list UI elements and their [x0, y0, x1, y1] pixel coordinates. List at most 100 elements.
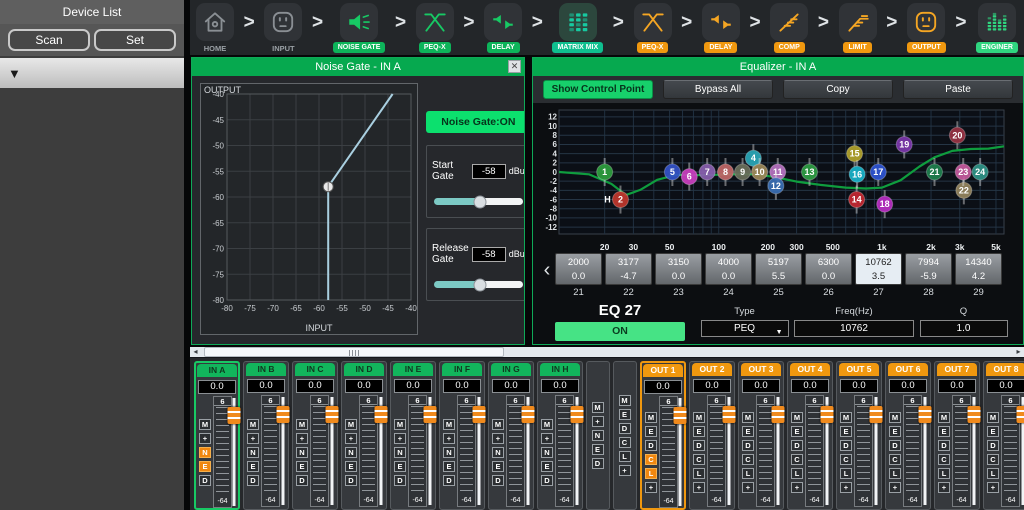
strip-button-m[interactable]: M: [592, 402, 604, 413]
gate-param-value[interactable]: -58: [472, 247, 506, 262]
strip-button-l[interactable]: L: [889, 468, 901, 479]
strip-button-c[interactable]: C: [791, 454, 803, 465]
strip-button-l[interactable]: L: [791, 468, 803, 479]
channel-label[interactable]: OUT 4: [790, 363, 830, 376]
band-cell-26[interactable]: 63000.0: [805, 253, 852, 285]
type-select[interactable]: PEQ ▼: [701, 320, 789, 337]
strip-button-m[interactable]: M: [247, 419, 259, 430]
strip-button-c[interactable]: C: [987, 454, 999, 465]
toolbar-item-enginer[interactable]: ENGINER: [976, 3, 1018, 53]
channel-gain-value[interactable]: 0.0: [987, 379, 1024, 393]
channel-label[interactable]: OUT 3: [741, 363, 781, 376]
strip-button-m[interactable]: M: [889, 412, 901, 423]
set-button[interactable]: Set: [94, 29, 176, 51]
band-cell-24[interactable]: 40000.0: [705, 253, 752, 285]
strip-button-l[interactable]: L: [619, 451, 631, 462]
strip-button-d[interactable]: D: [619, 423, 631, 434]
eq-button-copy[interactable]: Copy: [783, 80, 893, 99]
channel-gain-value[interactable]: 0.0: [889, 379, 927, 393]
strip-button-d[interactable]: D: [541, 475, 553, 486]
strip-button-e[interactable]: E: [693, 426, 705, 437]
strip-button-e[interactable]: E: [592, 444, 604, 455]
strip-button-m[interactable]: M: [742, 412, 754, 423]
strip-button-e[interactable]: E: [247, 461, 259, 472]
strip-button-e[interactable]: E: [742, 426, 754, 437]
channel-label[interactable]: OUT 1: [643, 364, 683, 377]
fader-track[interactable]: [280, 395, 286, 507]
band-cell-22[interactable]: 3177-4.7: [605, 253, 652, 285]
strip-button-m[interactable]: M: [791, 412, 803, 423]
strip-button-n[interactable]: N: [443, 447, 455, 458]
strip-button-n[interactable]: N: [296, 447, 308, 458]
channel-gain-value[interactable]: 0.0: [345, 379, 383, 393]
strip-button-m[interactable]: M: [443, 419, 455, 430]
fader-track[interactable]: [922, 395, 928, 507]
fader-track[interactable]: [873, 395, 879, 507]
channel-gain-value[interactable]: 0.0: [742, 379, 780, 393]
channel-gain-value[interactable]: 0.0: [644, 380, 682, 394]
strip-button-l[interactable]: L: [987, 468, 999, 479]
strip-button-m[interactable]: M: [541, 419, 553, 430]
strip-button-e[interactable]: E: [645, 426, 657, 437]
strip-button-l[interactable]: L: [938, 468, 950, 479]
channel-gain-value[interactable]: 0.0: [840, 379, 878, 393]
strip-button-+[interactable]: +: [443, 433, 455, 444]
gate-param-slider[interactable]: [434, 198, 523, 205]
channel-label[interactable]: IN D: [344, 363, 384, 376]
strip-button-+[interactable]: +: [492, 433, 504, 444]
strip-button-c[interactable]: C: [889, 454, 901, 465]
strip-button-e[interactable]: E: [840, 426, 852, 437]
device-dropdown[interactable]: ▼: [0, 58, 184, 88]
scan-button[interactable]: Scan: [8, 29, 90, 51]
fader-handle[interactable]: [522, 406, 535, 423]
band-cell-27[interactable]: 107623.5: [855, 253, 902, 285]
strip-button-d[interactable]: D: [247, 475, 259, 486]
strip-button-e[interactable]: E: [791, 426, 803, 437]
strip-button-+[interactable]: +: [791, 482, 803, 493]
strip-button-+[interactable]: +: [345, 433, 357, 444]
fader-handle[interactable]: [277, 406, 290, 423]
strip-button-d[interactable]: D: [938, 440, 950, 451]
strip-button-d[interactable]: D: [645, 440, 657, 451]
strip-button-m[interactable]: M: [645, 412, 657, 423]
fader-track[interactable]: [1020, 395, 1024, 507]
strip-button-n[interactable]: N: [247, 447, 259, 458]
channel-gain-value[interactable]: 0.0: [443, 379, 481, 393]
strip-button-+[interactable]: +: [619, 465, 631, 476]
strip-button-m[interactable]: M: [619, 395, 631, 406]
band-cell-23[interactable]: 31500.0: [655, 253, 702, 285]
fader-handle[interactable]: [968, 406, 981, 423]
strip-button-d[interactable]: D: [199, 475, 211, 486]
scroll-right-icon[interactable]: ▸: [1013, 347, 1024, 357]
strip-button-c[interactable]: C: [840, 454, 852, 465]
strip-button-d[interactable]: D: [987, 440, 999, 451]
strip-button-m[interactable]: M: [492, 419, 504, 430]
strip-button-m[interactable]: M: [987, 412, 999, 423]
fader-handle[interactable]: [821, 406, 834, 423]
strip-button-+[interactable]: +: [394, 433, 406, 444]
fader-handle[interactable]: [870, 406, 883, 423]
strip-button-d[interactable]: D: [345, 475, 357, 486]
fader-handle[interactable]: [375, 406, 388, 423]
strip-button-d[interactable]: D: [742, 440, 754, 451]
strip-button-m[interactable]: M: [840, 412, 852, 423]
fader-handle[interactable]: [228, 407, 241, 424]
strip-button-+[interactable]: +: [742, 482, 754, 493]
fader-track[interactable]: [476, 395, 482, 507]
toolbar-item-peq-x[interactable]: PEQ-X: [634, 3, 672, 53]
strip-button-m[interactable]: M: [394, 419, 406, 430]
fader-track[interactable]: [329, 395, 335, 507]
strip-button-m[interactable]: M: [693, 412, 705, 423]
strip-button-e[interactable]: E: [296, 461, 308, 472]
eq-response-chart[interactable]: 121086420-2-4-6-8-10-1220305010020030050…: [537, 105, 1021, 252]
band-cell-29[interactable]: 143404.2: [955, 253, 1002, 285]
channel-label[interactable]: OUT 2: [692, 363, 732, 376]
strip-button-+[interactable]: +: [693, 482, 705, 493]
toolbar-item-delay[interactable]: DELAY: [702, 3, 740, 53]
fader-handle[interactable]: [424, 406, 437, 423]
strip-button-c[interactable]: C: [619, 437, 631, 448]
strip-button-d[interactable]: D: [693, 440, 705, 451]
fader-track[interactable]: [678, 396, 682, 508]
strip-button-+[interactable]: +: [247, 433, 259, 444]
strip-button-e[interactable]: E: [199, 461, 211, 472]
